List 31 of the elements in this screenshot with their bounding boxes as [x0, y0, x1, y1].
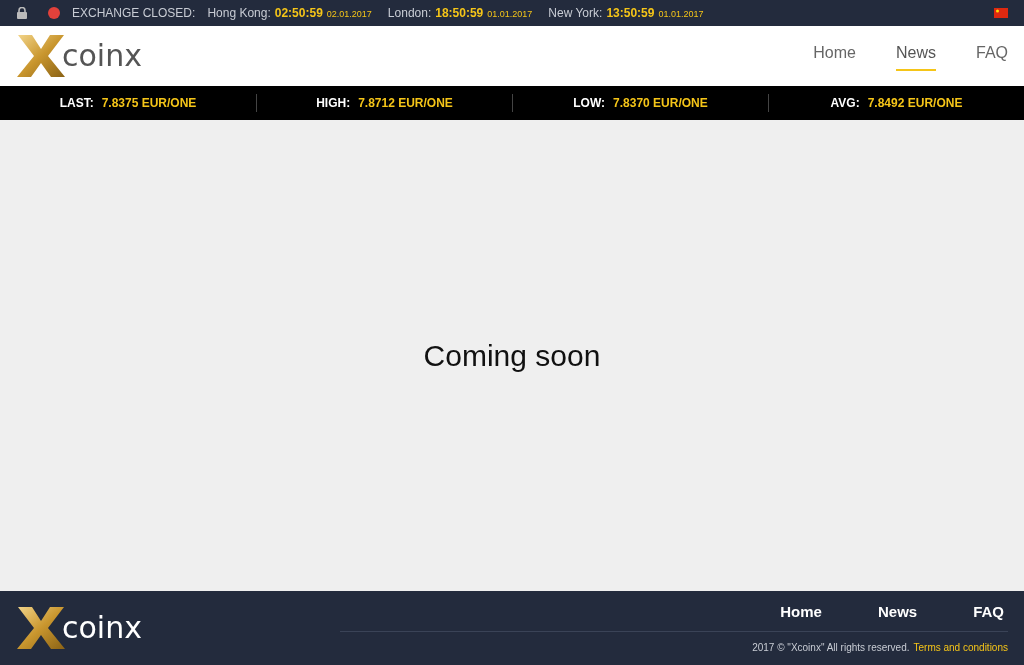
ticker-label: HIGH:: [316, 95, 351, 112]
ticker-value: 7.8375 EUR/ONE: [101, 95, 197, 112]
ticker-label: AVG:: [830, 95, 860, 112]
city-label: New York:: [548, 5, 603, 22]
lock-icon: [16, 7, 28, 19]
ticker-value: 7.8492 EUR/ONE: [867, 95, 963, 112]
terms-link[interactable]: Terms and conditions: [913, 640, 1008, 656]
exchange-status: EXCHANGE CLOSED:: [72, 5, 196, 22]
city-label: Hong Kong:: [207, 5, 271, 22]
ticker-value: 7.8712 EUR/ONE: [358, 95, 453, 112]
clock-time: 02:50:59: [274, 5, 323, 22]
nav-link[interactable]: FAQ: [976, 41, 1008, 71]
ticker-label: LOW:: [573, 95, 606, 112]
flag-icon: [994, 8, 1008, 18]
clock-date: 01.01.2017: [487, 8, 533, 21]
coming-soon-text: Coming soon: [423, 338, 601, 374]
copyright-text: 2017 © "Xcoinx" All rights reserved.: [752, 641, 910, 656]
ticker-label: LAST:: [59, 95, 94, 112]
clock-time: 18:50:59: [435, 5, 484, 22]
logo-text: coinx: [62, 41, 142, 71]
clock-date: 02.01.2017: [326, 8, 372, 21]
nav-link[interactable]: Home: [813, 41, 856, 71]
footer-nav-link[interactable]: News: [877, 600, 918, 624]
logo-text: coinx: [62, 613, 142, 643]
nav-link[interactable]: News: [895, 41, 936, 71]
footer-nav-link[interactable]: Home: [780, 600, 822, 624]
clock-date: 01.01.2017: [658, 8, 704, 21]
footer-nav-link[interactable]: FAQ: [973, 600, 1004, 624]
city-label: London:: [387, 5, 432, 22]
clock-time: 13:50:59: [606, 5, 655, 22]
ticker-value: 7.8370 EUR/ONE: [613, 95, 708, 112]
